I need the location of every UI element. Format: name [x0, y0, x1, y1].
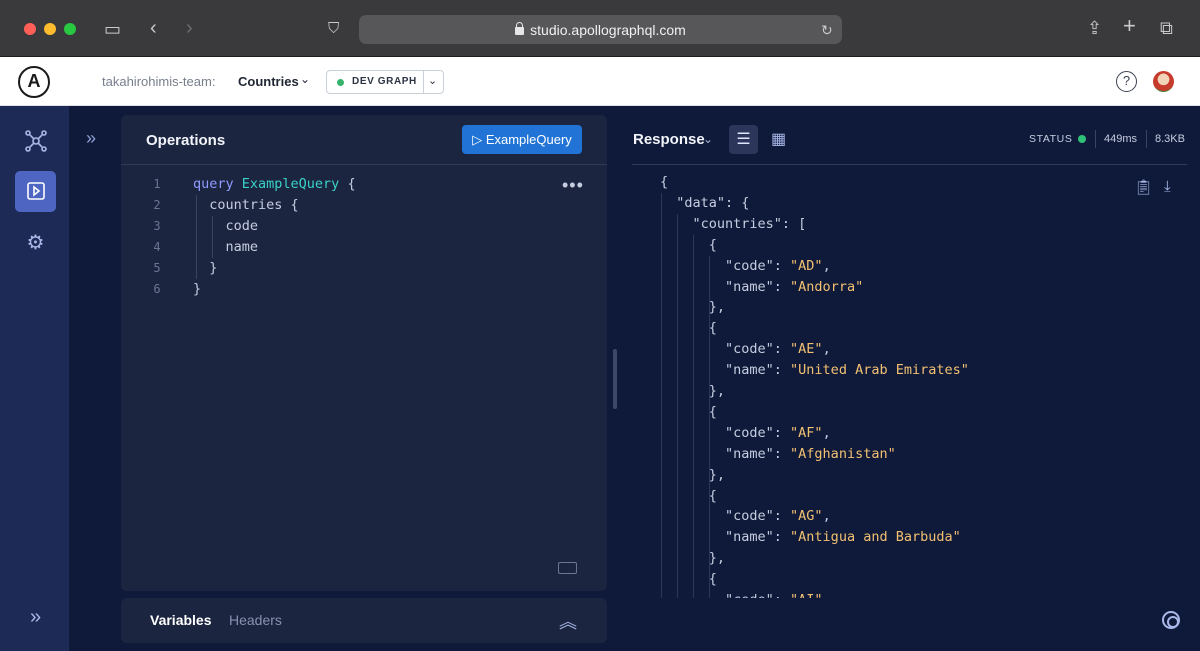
json-line: "code": "AG", [660, 508, 831, 525]
apollo-logo[interactable]: A [18, 66, 50, 98]
panel-resize-handle[interactable] [613, 349, 617, 409]
json-line: { [660, 403, 717, 420]
reload-icon[interactable]: ↻ [821, 21, 833, 39]
schema-icon[interactable] [15, 120, 56, 161]
expand-nav-icon[interactable]: » [15, 597, 56, 638]
json-line: "name": "Andorra" [660, 278, 864, 295]
json-line: }, [660, 383, 726, 399]
avatar[interactable] [1153, 71, 1174, 92]
run-query-button[interactable]: ▷ ExampleQuery [462, 125, 582, 154]
tab-headers[interactable]: Headers [229, 612, 282, 628]
app-header: A takahirohimis-team: Countries ⌄ DEV GR… [0, 57, 1200, 106]
json-line: { [660, 174, 669, 190]
download-icon[interactable]: ⤓ [1164, 178, 1171, 195]
side-nav: ⚙ » [0, 106, 69, 651]
json-line: "code": "AD", [660, 257, 831, 274]
zoom-window-button[interactable] [64, 23, 76, 35]
variables-panel: Variables Headers ︽ [121, 598, 607, 643]
new-tab-icon[interactable]: + [1123, 15, 1136, 37]
json-line: }, [660, 466, 726, 483]
json-line: "name": "Antigua and Barbuda" [660, 529, 961, 546]
more-options-icon[interactable]: ••• [562, 175, 584, 196]
expand-up-icon[interactable]: ︽ [559, 608, 577, 634]
address-bar[interactable]: studio.apollographql.com ↻ [359, 15, 842, 44]
json-line: "name": "United Arab Emirates" [660, 362, 969, 379]
back-icon[interactable]: ‹ [150, 18, 157, 38]
json-line: "data": { [660, 194, 750, 211]
json-line: "name": "Afghanistan" [660, 445, 896, 462]
status-dot [337, 79, 344, 86]
shield-icon[interactable]: ⛉ [328, 20, 339, 38]
copy-clipboard-icon[interactable]: 📋︎ [1134, 178, 1153, 196]
variant-selector[interactable]: DEV GRAPH ⌄ [326, 70, 444, 94]
json-line: "countries": [ [660, 215, 807, 232]
json-line: { [660, 487, 717, 504]
status-ok-dot [1078, 135, 1086, 143]
share-icon[interactable]: ⇪ [1087, 19, 1102, 37]
status-label: STATUS [1029, 133, 1073, 145]
json-line: { [660, 320, 717, 337]
variant-label: DEV GRAPH [352, 76, 417, 87]
response-time: 449ms [1104, 133, 1138, 145]
code-line: query ExampleQuery { [193, 176, 356, 192]
json-line: "code": "AI", [660, 590, 831, 598]
operations-title: Operations [146, 132, 226, 149]
graph-selector[interactable]: Countries [238, 74, 299, 89]
browser-toolbar: ▭ ‹ › ⛉ studio.apollographql.com ↻ ⇪ + ⧉ [0, 0, 1200, 57]
code-line: code [193, 218, 259, 234]
json-line: { [660, 236, 717, 253]
json-line: { [660, 571, 717, 588]
line-number: 4 [153, 240, 161, 254]
explorer-icon[interactable] [15, 171, 56, 212]
support-lifebuoy-icon[interactable] [1162, 611, 1180, 629]
team-name[interactable]: takahirohimis-team: [102, 74, 215, 89]
json-line: }, [660, 550, 726, 567]
url-text: studio.apollographql.com [530, 22, 686, 38]
tab-variables[interactable]: Variables [150, 612, 212, 628]
forward-icon[interactable]: › [186, 18, 193, 38]
line-number: 6 [153, 282, 161, 296]
sidebar-toggle-icon[interactable]: ▭ [104, 20, 121, 38]
code-line: countries { [193, 197, 299, 213]
code-line: name [193, 239, 259, 255]
operations-panel: Operations ▷ ExampleQuery ••• 1 query Exa… [121, 115, 607, 591]
minimize-window-button[interactable] [44, 23, 56, 35]
table-view-icon[interactable]: ▦ [764, 125, 793, 154]
expand-panel-icon[interactable]: » [86, 128, 96, 149]
response-viewer[interactable]: { "data": { "countries": [ { "code": "AD… [632, 172, 1132, 598]
line-number: 5 [153, 261, 161, 275]
line-number: 1 [153, 177, 161, 191]
response-size: 8.3KB [1155, 133, 1185, 145]
code-line: } [193, 281, 202, 297]
tabs-overview-icon[interactable]: ⧉ [1160, 19, 1173, 37]
json-view-icon[interactable]: ☰ [729, 125, 758, 154]
line-number: 2 [153, 198, 161, 212]
chevron-down-icon[interactable]: ⌄ [703, 132, 713, 146]
json-line: }, [660, 299, 726, 316]
lock-icon [515, 22, 525, 35]
line-number: 3 [153, 219, 161, 233]
chevron-down-icon[interactable]: ⌄ [300, 72, 310, 86]
close-window-button[interactable] [24, 23, 36, 35]
response-title[interactable]: Response [633, 131, 705, 148]
keyboard-shortcuts-icon[interactable] [558, 562, 577, 574]
json-line: "code": "AF", [660, 424, 831, 441]
json-line: "code": "AE", [660, 341, 831, 358]
help-icon[interactable]: ? [1116, 71, 1137, 92]
chevron-down-icon[interactable]: ⌄ [428, 74, 437, 87]
settings-gear-icon[interactable]: ⚙ [15, 223, 56, 264]
